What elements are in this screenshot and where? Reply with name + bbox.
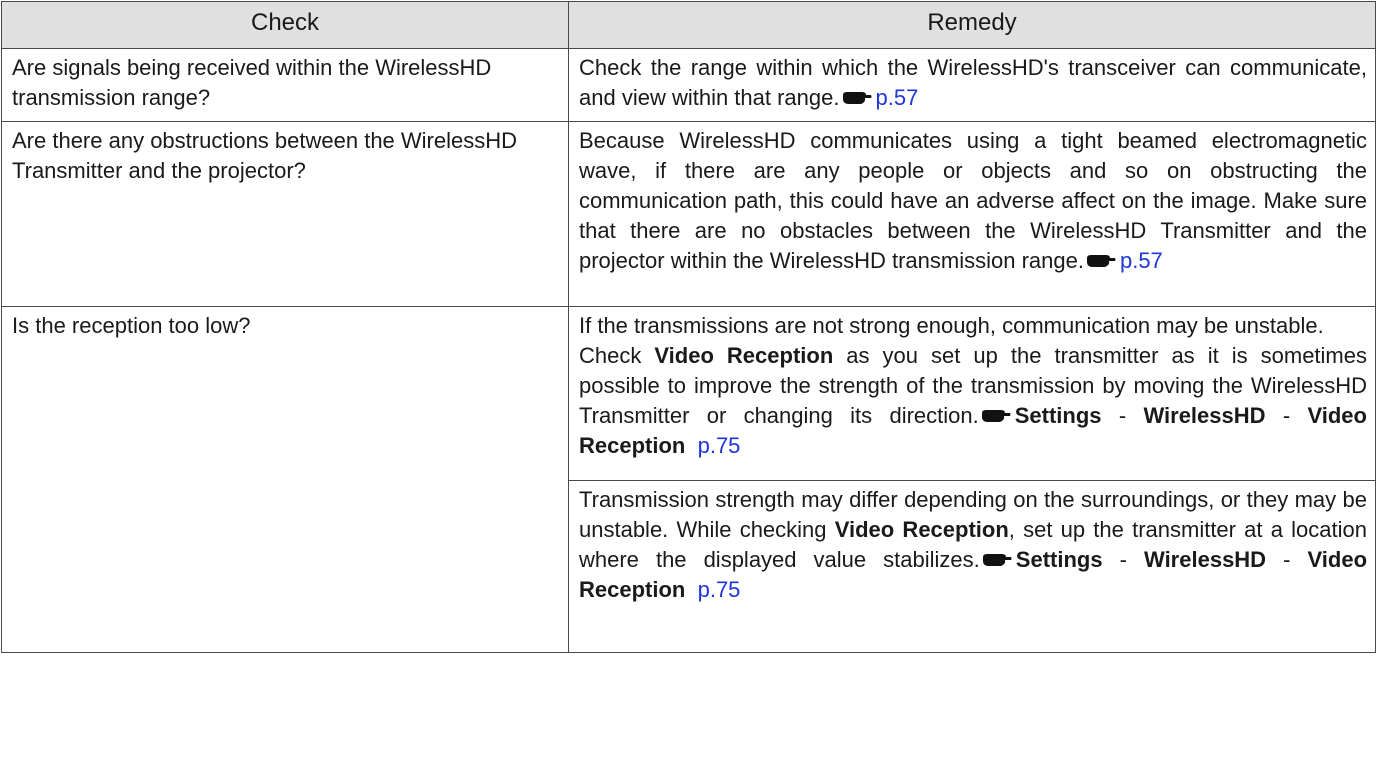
menu-path-settings: Settings [1014,403,1102,428]
table-row: Are signals being received within the Wi… [1,48,1376,122]
remedy-text: Check the range within which the Wireles… [579,55,1367,110]
menu-term: Video Reception [654,343,834,368]
pointing-hand-icon [981,408,1011,424]
remedy-cell: Because WirelessHD communicates using a … [568,121,1376,307]
table-row: Are there any obstructions between the W… [1,121,1376,307]
page-reference-link[interactable]: p.75 [698,577,741,602]
page-reference-link[interactable]: p.57 [876,85,919,110]
check-cell: Is the reception too low? [1,306,569,653]
remedy-line: If the transmissions are not strong enou… [579,313,1324,338]
remedy-text: Because WirelessHD communicates using a … [579,128,1367,273]
check-cell: Are signals being received within the Wi… [1,48,569,122]
remedy-cell: Transmission strength may differ dependi… [568,480,1376,653]
troubleshooting-page: Check Remedy Are signals being received … [0,0,1376,775]
pointing-hand-icon [982,552,1012,568]
remedy-cell: If the transmissions are not strong enou… [568,306,1376,481]
menu-term: Video Reception [834,517,1009,542]
menu-separator: - [1118,403,1127,428]
pointing-hand-icon [842,90,872,106]
remedy-column-header: Remedy [568,1,1376,49]
page-reference-link[interactable]: p.75 [698,433,741,458]
check-column-header: Check [1,1,569,49]
menu-path-settings: Settings [1015,547,1103,572]
check-cell: Are there any obstructions between the W… [1,121,569,307]
pointing-hand-icon [1086,253,1116,269]
menu-separator: - [1283,547,1291,572]
table-row: Is the reception too low? If the transmi… [1,306,1376,653]
troubleshooting-table: Check Remedy Are signals being received … [1,1,1376,653]
menu-path-wirelesshd: WirelessHD [1144,547,1267,572]
menu-path-wirelesshd: WirelessHD [1143,403,1266,428]
page-reference-link[interactable]: p.57 [1120,248,1163,273]
menu-separator: - [1119,547,1127,572]
table-header-row: Check Remedy [1,1,1376,49]
remedy-cell: Check the range within which the Wireles… [568,48,1376,122]
menu-separator: - [1282,403,1291,428]
remedy-text: Check [579,343,642,368]
